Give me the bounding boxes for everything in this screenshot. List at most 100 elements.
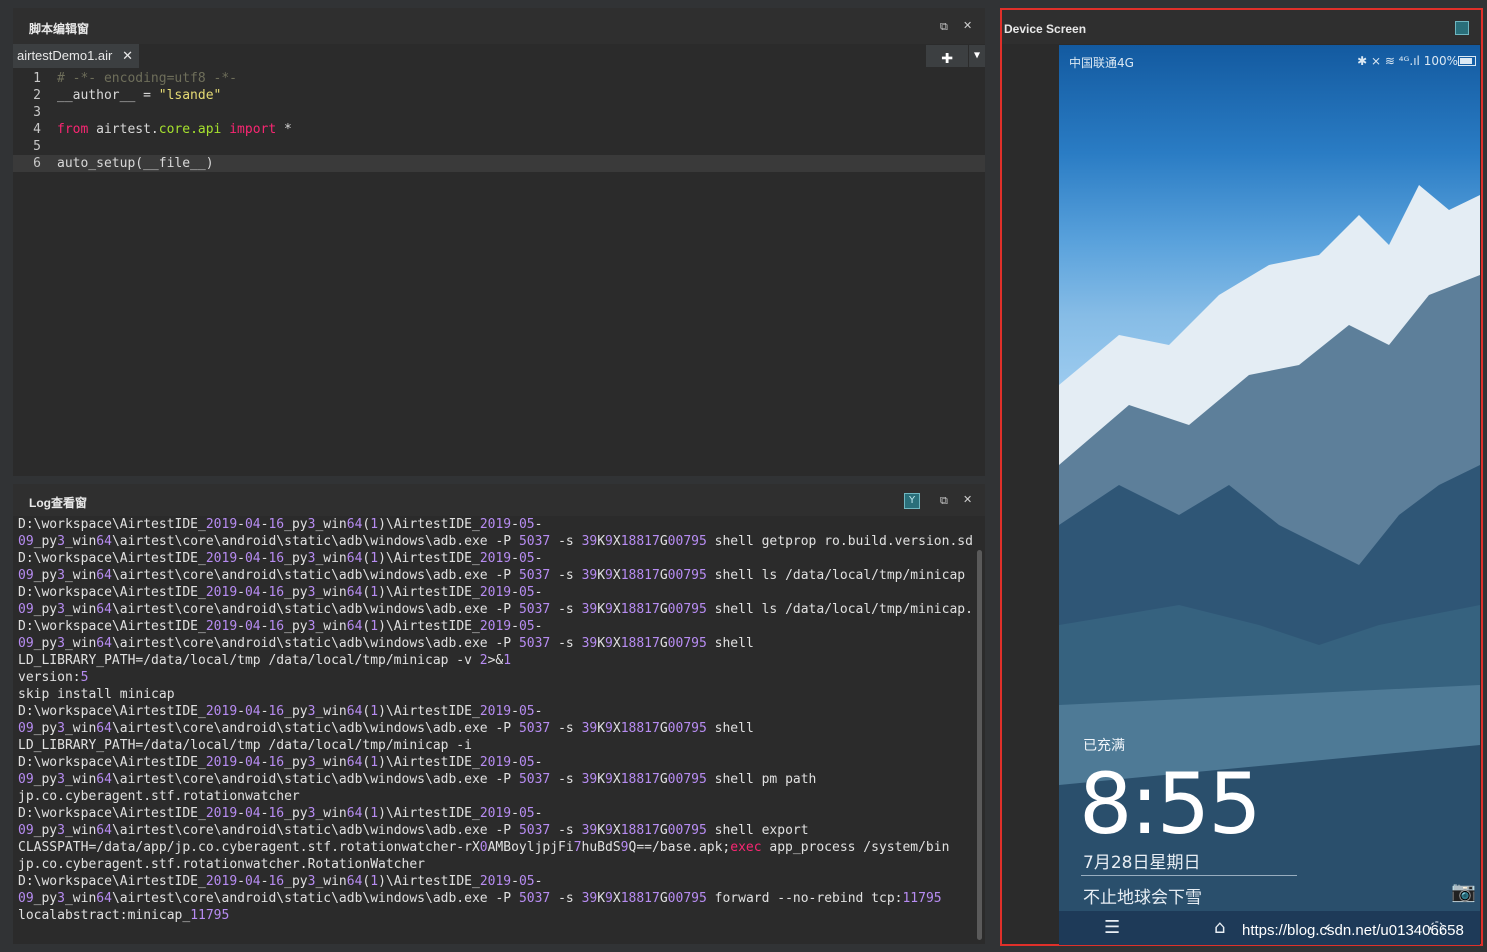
log-token: skip install minicap (18, 687, 175, 702)
editor-close-icon[interactable]: ✕ (963, 19, 972, 32)
log-token: 00795 (667, 602, 707, 617)
log-token: 2019 (479, 806, 512, 821)
code-line[interactable]: 1 # -*- encoding=utf8 -*- (13, 70, 985, 87)
log-token: 1 (370, 704, 379, 719)
code-line[interactable]: 4 from airtest.core.api import * (13, 121, 985, 138)
log-token: 16 (268, 874, 285, 889)
phone-screen[interactable]: 中国联通4G ✱ ⨯ ≋ ⁴ᴳ.ıl 100% 已充满 8:55 7月28日星期… (1059, 45, 1480, 945)
log-token: app_process /system/bin (761, 840, 950, 855)
device-header: Device Screen (1002, 10, 1481, 44)
log-token: 1 (370, 551, 379, 566)
code-line[interactable]: 2 __author__ = "lsande" (13, 87, 985, 104)
code-token: # -*- encoding=utf8 -*- (57, 71, 238, 86)
log-token: 3 (57, 602, 65, 617)
log-token: )\AirtestIDE_ (378, 704, 480, 719)
editor-restore-icon[interactable]: ⧉ (940, 20, 948, 34)
tab-close-icon[interactable]: ✕ (122, 44, 133, 68)
code-line[interactable]: 5 (13, 138, 985, 155)
editor-tab-bar: airtestDemo1.air ✕ (13, 44, 985, 68)
log-line: D:\workspace\AirtestIDE_2019-04-16_py3_w… (18, 584, 973, 601)
log-filter-icon[interactable]: Y (904, 493, 920, 509)
log-token: 9 (605, 568, 613, 583)
log-line: 09_py3_win64\airtest\core\android\static… (18, 567, 973, 584)
log-line: LD_LIBRARY_PATH=/data/local/tmp /data/lo… (18, 652, 973, 669)
log-token: -s (550, 568, 582, 583)
log-token: 16 (268, 619, 285, 634)
log-token: 5037 (518, 772, 551, 787)
code-area[interactable]: 1 # -*- encoding=utf8 -*- 2 __author__ = "l… (13, 70, 985, 470)
watermark-url: https://blog.csdn.net/u013406658 (1242, 922, 1464, 939)
code-token: auto_setup(__file__) (57, 156, 214, 171)
device-options-icon[interactable] (1455, 21, 1469, 35)
log-token: _py (284, 704, 308, 719)
camera-icon[interactable]: 📷 (1451, 879, 1476, 903)
log-restore-icon[interactable]: ⧉ (940, 494, 948, 508)
log-token: 5 (80, 670, 89, 685)
tab-airtestDemo1[interactable]: airtestDemo1.air ✕ (13, 44, 139, 68)
line-number: 3 (33, 105, 41, 120)
log-token: huBdS (581, 840, 621, 855)
log-close-icon[interactable]: ✕ (963, 493, 972, 506)
menu-icon[interactable]: ☰ (1104, 917, 1120, 938)
log-token: 04 (244, 874, 261, 889)
log-token: LD_LIBRARY_PATH=/data/local/tmp /data/lo… (18, 653, 480, 668)
log-token: 00795 (667, 772, 707, 787)
editor-header: 脚本编辑窗 ⧉ ✕ (13, 8, 985, 44)
tab-menu-dropdown-icon[interactable]: ▼ (969, 45, 985, 67)
log-token: 64 (346, 755, 363, 770)
log-token: 2019 (479, 874, 512, 889)
log-token: 18817 (620, 568, 660, 583)
log-scrollbar[interactable] (977, 550, 982, 940)
log-token: 09 (18, 568, 34, 583)
log-token: _py (33, 568, 58, 583)
log-token: 00795 (667, 534, 707, 549)
code-token: airtest. (96, 122, 159, 137)
log-token: 04 (244, 619, 261, 634)
log-token: _py (33, 602, 58, 617)
log-body[interactable]: D:\workspace\AirtestIDE_2019-04-16_py3_w… (18, 516, 973, 941)
log-token: G (659, 823, 668, 838)
log-token: shell (706, 721, 754, 736)
log-token: 64 (96, 602, 112, 617)
lockscreen-signature: 不止地球会下雪 (1083, 888, 1202, 908)
lockscreen-divider (1081, 875, 1297, 876)
log-line: localabstract:minicap_11795 (18, 907, 973, 924)
log-token: 2019 (205, 874, 238, 889)
log-token: _py (284, 517, 308, 532)
log-token: - (534, 806, 543, 821)
log-token: -s (550, 823, 582, 838)
log-line: D:\workspace\AirtestIDE_2019-04-16_py3_w… (18, 550, 973, 567)
log-token: - (534, 874, 543, 889)
log-token: G (659, 891, 668, 906)
log-token: 3 (57, 721, 65, 736)
log-token: )\AirtestIDE_ (378, 585, 480, 600)
log-token: - (237, 619, 245, 634)
code-line[interactable]: 3 (13, 104, 985, 121)
log-token: 0 (479, 840, 488, 855)
home-icon[interactable]: ⌂ (1214, 917, 1225, 938)
log-token: X (612, 602, 621, 617)
log-token: 3 (57, 772, 65, 787)
log-token: X (612, 636, 621, 651)
add-tab-button[interactable]: ✚ (926, 45, 968, 67)
log-token: -s (550, 721, 582, 736)
code-line[interactable]: 6 auto_setup(__file__) (13, 155, 985, 172)
log-token: 5037 (518, 721, 551, 736)
log-token: _win (64, 891, 97, 906)
log-token: - (237, 755, 245, 770)
log-token: 2019 (479, 517, 512, 532)
log-token: - (511, 551, 519, 566)
log-token: G (659, 721, 668, 736)
log-token: 5037 (518, 636, 551, 651)
log-token: localabstract:minicap_ (18, 908, 191, 923)
log-line: D:\workspace\AirtestIDE_2019-04-16_py3_w… (18, 618, 973, 635)
log-token: K (597, 823, 606, 838)
log-token: -s (550, 602, 582, 617)
log-token: 18817 (620, 823, 660, 838)
log-line: jp.co.cyberagent.stf.rotationwatcher (18, 788, 973, 805)
log-token: - (534, 704, 543, 719)
log-token: \airtest\core\android\static\adb\windows… (111, 772, 519, 787)
device-title: Device Screen (1004, 22, 1087, 36)
log-token: 64 (346, 704, 363, 719)
log-token: D:\workspace\AirtestIDE_ (18, 755, 206, 770)
